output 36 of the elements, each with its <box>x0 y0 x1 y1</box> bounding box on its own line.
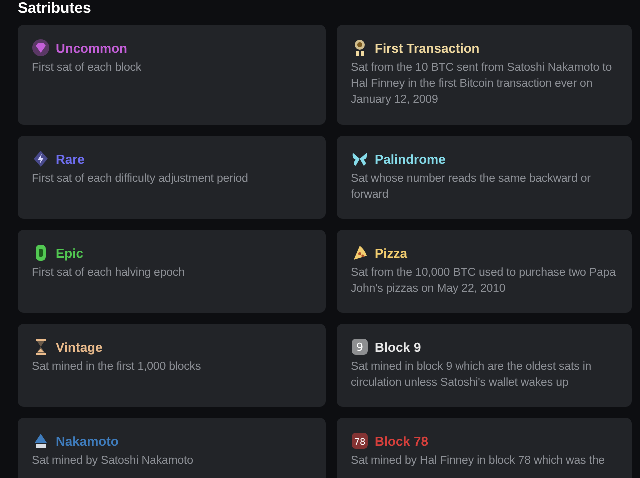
satribute-card[interactable]: Rare First sat of each difficulty adjustment period <box>18 136 326 219</box>
card-title: Epic <box>56 246 84 260</box>
card-description: Sat mined in the first 1,000 blocks <box>32 360 202 375</box>
card-description: Sat from the 10 BTC sent from Satoshi Nakamoto to Hal Finney in the first Bitcoin transaction ever on January 12, 2009 <box>351 61 613 108</box>
card-title: Block 9 <box>375 340 422 354</box>
section-heading: Satributes <box>18 0 92 18</box>
card-description: First sat of each halving epoch <box>32 266 186 281</box>
die-icon: 78 <box>351 432 369 450</box>
lightning-icon <box>32 150 50 168</box>
satribute-card[interactable]: Epic First sat of each halving epoch <box>18 230 326 313</box>
card-description: Sat from the 10,000 BTC used to purchase two Papa John's pizzas on May 22, 2010 <box>351 266 617 297</box>
satribute-card[interactable]: Vintage Sat mined in the first 1,000 blocks <box>18 324 326 407</box>
card-title: First Transaction <box>375 40 480 56</box>
card-title: Palindrome <box>375 152 446 166</box>
card-description: Sat mined in block 9 which are the oldest sats in circulation unless Satoshi's wallet wakes up <box>351 360 593 391</box>
card-title: Vintage <box>56 340 103 354</box>
satribute-card[interactable]: Nakamoto Sat mined by Satoshi Nakamoto <box>18 418 326 478</box>
card-description: First sat of each block <box>32 61 143 76</box>
satribute-card[interactable]: Palindrome Sat whose number reads the same backward or forward <box>337 136 632 219</box>
satribute-card[interactable]: Uncommon First sat of each block <box>18 25 326 125</box>
card-title: Uncommon <box>56 40 128 56</box>
satribute-card[interactable]: 9 Block 9 Sat mined in block 9 which are the oldest sats in circulation unless Satoshi's wallet wakes up <box>337 324 632 407</box>
pizza-icon <box>351 244 369 262</box>
satribute-card[interactable]: 78 Block 78 Sat mined by Hal Finney in block 78 which was the <box>337 418 632 478</box>
card-description: Sat mined by Hal Finney in block 78 which was the <box>351 454 606 469</box>
butterfly-icon <box>351 150 369 168</box>
card-title: Pizza <box>375 246 408 260</box>
card-description: Sat whose number reads the same backward or forward <box>351 172 592 203</box>
die-icon: 9 <box>351 338 369 356</box>
card-title: Block 78 <box>375 434 428 448</box>
satribute-card[interactable]: Pizza Sat from the 10,000 BTC used to purchase two Papa John's pizzas on May 22, 2010 <box>337 230 632 313</box>
card-description: Sat mined by Satoshi Nakamoto <box>32 454 194 469</box>
card-title: Rare <box>56 152 85 166</box>
card-title: Nakamoto <box>56 434 119 448</box>
card-description: First sat of each difficulty adjustment period <box>32 172 250 187</box>
satribute-card[interactable]: First Transaction Sat from the 10 BTC sent from Satoshi Nakamoto to Hal Finney in the first Bitcoin transaction ever on January 12, 2009 <box>337 25 632 125</box>
